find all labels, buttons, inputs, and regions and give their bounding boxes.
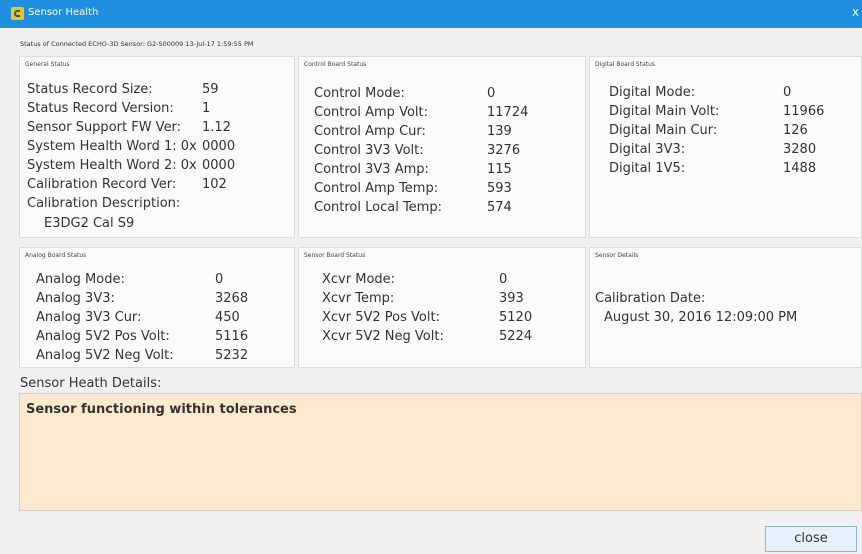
xcvr-mode-value: 0	[499, 272, 508, 287]
analog-mode-label: Analog Mode:	[36, 272, 125, 287]
title-bar: Sensor Health x	[0, 0, 862, 28]
status-record-size-value: 59	[202, 82, 219, 97]
analog-3v3-value: 3268	[215, 291, 249, 306]
control-local-temp-value: 574	[487, 200, 512, 215]
calibration-description-label: Calibration Description:	[27, 196, 181, 211]
digital-board-status-group: Digital Board Status Digital Mode: 0 Dig…	[589, 56, 862, 238]
digital-3v3-value: 3280	[783, 142, 817, 157]
control-mode-label: Control Mode:	[314, 86, 405, 101]
system-health-word-2-label: System Health Word 2: 0x	[27, 158, 197, 173]
analog-mode-value: 0	[215, 272, 224, 287]
system-health-word-1-label: System Health Word 1: 0x	[27, 139, 197, 154]
sensor-details-group: Sensor Details Calibration Date: August …	[589, 247, 862, 368]
calibration-description-value: E3DG2 Cal S9	[44, 216, 135, 231]
control-amp-volt-label: Control Amp Volt:	[314, 105, 428, 120]
digital-mode-value: 0	[783, 85, 792, 100]
control-board-status-group: Control Board Status Control Mode: 0 Con…	[298, 56, 586, 238]
xcvr-5v2-neg-volt-value: 5224	[499, 329, 533, 344]
app-icon	[11, 7, 24, 20]
control-3v3-volt-label: Control 3V3 Volt:	[314, 143, 424, 158]
window-close-icon[interactable]: x	[852, 5, 859, 19]
digital-1v5-label: Digital 1V5:	[609, 161, 686, 176]
analog-3v3-cur-label: Analog 3V3 Cur:	[36, 310, 142, 325]
window-title: Sensor Health	[28, 7, 99, 18]
xcvr-5v2-neg-volt-label: Xcvr 5V2 Neg Volt:	[322, 329, 444, 344]
control-local-temp-label: Control Local Temp:	[314, 200, 442, 215]
sensor-board-status-group: Sensor Board Status Xcvr Mode: 0 Xcvr Te…	[298, 247, 586, 368]
control-amp-volt-value: 11724	[487, 105, 529, 120]
analog-3v3-cur-value: 450	[215, 310, 240, 325]
control-mode-value: 0	[487, 86, 496, 101]
group-title: Analog Board Status	[25, 252, 87, 259]
analog-5v2-pos-volt-label: Analog 5V2 Pos Volt:	[36, 329, 170, 344]
group-title: Control Board Status	[304, 61, 367, 68]
group-title: Sensor Details	[595, 252, 639, 259]
digital-main-cur-label: Digital Main Cur:	[609, 123, 718, 138]
general-status-group: General Status Status Record Size: 59 St…	[19, 56, 295, 238]
sensor-health-details-text: Sensor functioning within tolerances	[26, 402, 297, 417]
system-health-word-1-value: 0000	[202, 139, 236, 154]
calibration-date-label: Calibration Date:	[595, 291, 706, 306]
status-record-version-value: 1	[202, 101, 211, 116]
sensor-status-line: Status of Connected ECHO-3D Sensor: G2-S…	[20, 40, 254, 48]
xcvr-mode-label: Xcvr Mode:	[322, 272, 396, 287]
digital-mode-label: Digital Mode:	[609, 85, 696, 100]
control-3v3-amp-value: 115	[487, 162, 512, 177]
calibration-record-ver-label: Calibration Record Ver:	[27, 177, 177, 192]
sensor-health-details-box[interactable]: Sensor functioning within tolerances	[19, 393, 862, 511]
group-title: Digital Board Status	[595, 61, 656, 68]
control-amp-temp-value: 593	[487, 181, 512, 196]
digital-main-volt-value: 11966	[783, 104, 825, 119]
analog-5v2-pos-volt-value: 5116	[215, 329, 249, 344]
control-amp-cur-label: Control Amp Cur:	[314, 124, 426, 139]
digital-3v3-label: Digital 3V3:	[609, 142, 686, 157]
analog-3v3-label: Analog 3V3:	[36, 291, 115, 306]
xcvr-temp-value: 393	[499, 291, 524, 306]
control-amp-cur-value: 139	[487, 124, 512, 139]
system-health-word-2-value: 0000	[202, 158, 236, 173]
sensor-health-details-label: Sensor Heath Details:	[20, 376, 162, 391]
sensor-support-fw-label: Sensor Support FW Ver:	[27, 120, 182, 135]
close-button[interactable]: close	[765, 526, 857, 552]
digital-1v5-value: 1488	[783, 161, 817, 176]
status-record-size-label: Status Record Size:	[27, 82, 153, 97]
analog-5v2-neg-volt-label: Analog 5V2 Neg Volt:	[36, 348, 174, 363]
control-3v3-volt-value: 3276	[487, 143, 521, 158]
analog-5v2-neg-volt-value: 5232	[215, 348, 249, 363]
digital-main-volt-label: Digital Main Volt:	[609, 104, 720, 119]
group-title: General Status	[25, 61, 70, 68]
xcvr-5v2-pos-volt-label: Xcvr 5V2 Pos Volt:	[322, 310, 440, 325]
xcvr-5v2-pos-volt-value: 5120	[499, 310, 533, 325]
digital-main-cur-value: 126	[783, 123, 808, 138]
control-amp-temp-label: Control Amp Temp:	[314, 181, 439, 196]
group-title: Sensor Board Status	[304, 252, 366, 259]
calibration-date-value: August 30, 2016 12:09:00 PM	[604, 310, 798, 325]
sensor-support-fw-value: 1.12	[202, 120, 231, 135]
status-record-version-label: Status Record Version:	[27, 101, 174, 116]
calibration-record-ver-value: 102	[202, 177, 227, 192]
control-3v3-amp-label: Control 3V3 Amp:	[314, 162, 429, 177]
analog-board-status-group: Analog Board Status Analog Mode: 0 Analo…	[19, 247, 295, 368]
xcvr-temp-label: Xcvr Temp:	[322, 291, 395, 306]
